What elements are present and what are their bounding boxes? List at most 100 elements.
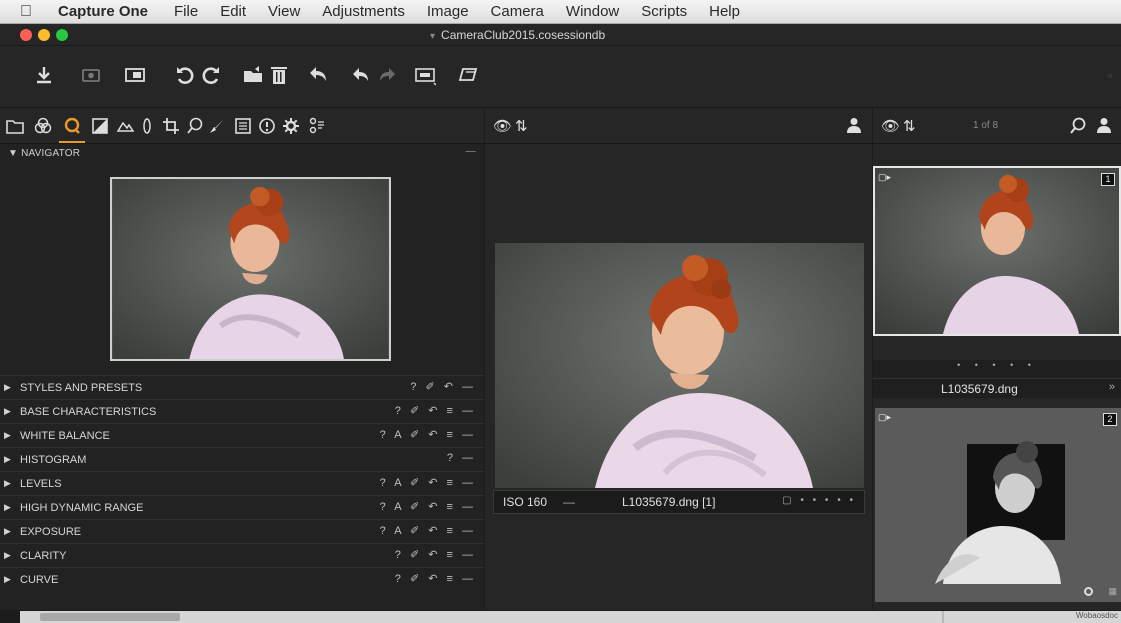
crop-tab-icon[interactable] — [160, 115, 182, 137]
reset-icon[interactable] — [306, 62, 332, 88]
collapse-icon[interactable]: — — [466, 146, 476, 157]
tool-row-styles-and-presets[interactable]: ▶ STYLES AND PRESETS ? ✐ ↶ — — [0, 375, 484, 399]
browser-header: 👁 ⇅ 1 of 8 — [873, 108, 1121, 144]
tool-row-curve[interactable]: ▶ CURVE ? ✐ ↶ ≡ — — [0, 567, 484, 591]
user-icon[interactable] — [1097, 117, 1111, 137]
panel-divider — [942, 611, 944, 623]
import-icon[interactable] — [31, 62, 57, 88]
tool-row-actions[interactable]: ? ✐ ↶ ≡ — — [395, 548, 476, 561]
search-tab-icon[interactable] — [184, 115, 206, 137]
proofing-icon[interactable] — [412, 62, 438, 88]
tool-row-histogram[interactable]: ▶ HISTOGRAM ? — — [0, 447, 484, 471]
tool-row-label: CLARITY — [20, 549, 67, 562]
undo-icon[interactable] — [348, 62, 374, 88]
sort-icon[interactable]: ⇅ — [903, 117, 916, 135]
info-tab-icon[interactable] — [256, 115, 278, 137]
eye-icon[interactable]: 👁 — [881, 117, 900, 135]
metadata-tab-icon[interactable] — [232, 115, 254, 137]
settings-tab-icon[interactable] — [280, 115, 302, 137]
trash-icon[interactable] — [266, 62, 292, 88]
menu-camera[interactable]: Camera — [491, 3, 544, 20]
variant-number-badge: 1 — [1101, 173, 1115, 186]
thumbnail-filename: L1035679.dng — [941, 382, 1018, 396]
menu-view[interactable]: View — [268, 3, 300, 20]
bw-portrait-thumbnail-image — [875, 408, 1121, 602]
live-view-icon[interactable] — [122, 62, 148, 88]
color-tab-icon[interactable] — [114, 115, 136, 137]
disclosure-triangle-icon: ▶ — [4, 574, 11, 584]
iso-value: ISO 160 — [503, 495, 548, 509]
tool-row-actions[interactable]: ? A ✐ ↶ ≡ — — [380, 524, 476, 537]
move-to-folder-icon[interactable] — [240, 62, 266, 88]
menu-file[interactable]: File — [174, 3, 198, 20]
more-icon[interactable]: » — [1109, 381, 1115, 393]
tool-row-actions[interactable]: ? ✐ ↶ ≡ — — [395, 404, 476, 417]
menu-window[interactable]: Window — [566, 3, 619, 20]
rotate-left-icon[interactable] — [172, 62, 198, 88]
horizontal-scrollbar[interactable]: Wobaosdoc — [20, 611, 1121, 623]
disclosure-triangle-icon: ▶ — [4, 526, 11, 536]
main-image[interactable] — [495, 243, 864, 488]
window-titlebar: ▾ CameraClub2015.cosessiondb — [0, 24, 1121, 46]
detail-tab-icon[interactable] — [136, 115, 158, 137]
scrollbar-knob[interactable] — [40, 613, 180, 621]
menu-bar:  Capture One File Edit View Adjustments… — [0, 0, 1121, 24]
disclosure-triangle-icon: ▶ — [4, 502, 11, 512]
thumbnail-selected[interactable]: ▢▸ 1 — [873, 166, 1121, 336]
tool-row-actions[interactable]: ? ✐ ↶ — — [410, 380, 476, 393]
toolbar-overflow-icon[interactable]: » — [1107, 70, 1113, 82]
tool-row-actions[interactable]: ? — — [447, 452, 476, 464]
tethering-icon[interactable] — [455, 62, 481, 88]
window-title-text: CameraClub2015.cosessiondb — [441, 28, 606, 42]
menu-scripts[interactable]: Scripts — [641, 3, 687, 20]
rating-controls[interactable]: ▢ • • • • • — [782, 495, 856, 506]
library-tab-icon[interactable] — [4, 115, 26, 137]
menu-app-name[interactable]: Capture One — [58, 3, 148, 20]
tool-row-actions[interactable]: ? ✐ ↶ ≡ — — [395, 572, 476, 585]
thumbnail-rating[interactable]: • • • • • — [873, 360, 1121, 378]
status-corner-text: Wobaosdoc — [1075, 611, 1118, 620]
menu-edit[interactable]: Edit — [220, 3, 246, 20]
tool-row-high-dynamic-range[interactable]: ▶ HIGH DYNAMIC RANGE ? A ✐ ↶ ≡ — — [0, 495, 484, 519]
batch-tab-icon[interactable] — [306, 115, 328, 137]
zoom-button[interactable] — [56, 29, 68, 41]
tool-row-actions[interactable]: ? A ✐ ↶ ≡ — — [380, 500, 476, 513]
minimize-button[interactable] — [38, 29, 50, 41]
main-toolbar: » — [0, 46, 1121, 108]
color-tag-icon[interactable] — [1084, 587, 1093, 596]
tool-row-actions[interactable]: ? A ✐ ↶ ≡ — — [380, 428, 476, 441]
navigator-header[interactable]: ▼ NAVIGATOR — — [0, 144, 484, 164]
tool-row-label: WHITE BALANCE — [20, 429, 110, 442]
tool-row-exposure[interactable]: ▶ EXPOSURE ? A ✐ ↶ ≡ — — [0, 519, 484, 543]
viewer-filename: L1035679.dng [1] — [622, 495, 716, 509]
tool-row-base-characteristics[interactable]: ▶ BASE CHARACTERISTICS ? ✐ ↶ ≡ — — [0, 399, 484, 423]
tool-row-levels[interactable]: ▶ LEVELS ? A ✐ ↶ ≡ — — [0, 471, 484, 495]
thumbnail-variant[interactable]: ▢▸ 2 ▦ — [875, 408, 1121, 602]
brush-tab-icon[interactable] — [206, 115, 228, 137]
tool-row-clarity[interactable]: ▶ CLARITY ? ✐ ↶ ≡ — — [0, 543, 484, 567]
disclosure-triangle-icon: ▼ — [8, 148, 19, 159]
close-button[interactable] — [20, 29, 32, 41]
tool-row-actions[interactable]: ? A ✐ ↶ ≡ — — [380, 476, 476, 489]
exposure-tab-icon[interactable] — [89, 115, 111, 137]
user-icon[interactable] — [847, 117, 861, 137]
tool-row-white-balance[interactable]: ▶ WHITE BALANCE ? A ✐ ↶ ≡ — — [0, 423, 484, 447]
eye-icon[interactable]: 👁 — [493, 117, 512, 135]
grid-icon[interactable]: ▦ — [1108, 586, 1117, 597]
menu-help[interactable]: Help — [709, 3, 740, 20]
menu-adjustments[interactable]: Adjustments — [322, 3, 405, 20]
camera-badge-icon: ▢▸ — [878, 172, 892, 182]
capture-tab-icon[interactable] — [32, 115, 54, 137]
search-icon[interactable] — [1069, 117, 1086, 138]
navigator-preview[interactable] — [110, 177, 391, 361]
redo-icon[interactable] — [374, 62, 400, 88]
portrait-preview-image — [113, 179, 388, 359]
rotate-right-icon[interactable] — [198, 62, 224, 88]
lens-tab-icon[interactable] — [59, 115, 85, 143]
apple-icon[interactable]:  — [20, 3, 58, 21]
sort-icon[interactable]: ⇅ — [515, 117, 528, 135]
capture-icon[interactable] — [78, 62, 104, 88]
portrait-thumbnail-image — [875, 168, 1119, 334]
menu-image[interactable]: Image — [427, 3, 469, 20]
tool-tab-strip — [0, 108, 484, 144]
